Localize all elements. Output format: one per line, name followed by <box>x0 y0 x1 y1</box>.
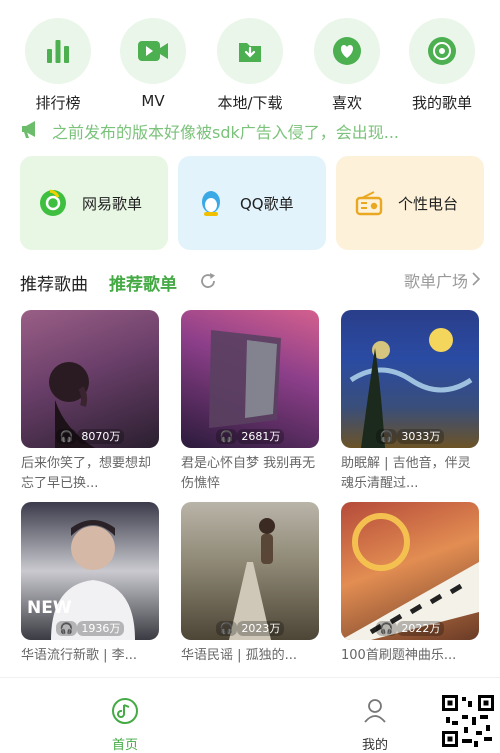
card-label: 个性电台 <box>398 194 459 213</box>
tab-recommend-playlists[interactable]: 推荐歌单 <box>109 270 177 295</box>
playlist-square-link[interactable]: 歌单广场 <box>403 268 481 292</box>
playlist-title: 助眠解 | 吉他音，伴灵魂乐清醒过... <box>341 456 471 491</box>
headphones-icon: 🎧 <box>375 621 398 636</box>
playlist-tile[interactable]: 🎧 3033万 助眠解 | 吉他音，伴灵魂乐清醒过... <box>341 310 479 494</box>
notice-bar[interactable]: 之前发布的版本好像被sdk广告入侵了，会出现... <box>20 118 490 144</box>
quick-item-charts[interactable]: 排行榜 <box>16 18 100 113</box>
playlist-tile[interactable]: 🎧 2022万 100首刷题神曲乐... <box>341 502 479 686</box>
card-netease-playlists[interactable]: 网易歌单 <box>20 156 168 250</box>
playlist-cover: 🎧 2023万 <box>181 502 319 640</box>
video-camera-icon <box>120 18 186 84</box>
headphones-icon: 🎧 <box>215 429 238 444</box>
playlist-cover: 🎧 8070万 <box>21 310 159 448</box>
chart-bars-icon <box>25 18 91 84</box>
play-count: 🎧 1936万 <box>21 620 159 636</box>
card-label: QQ歌单 <box>240 194 294 213</box>
quick-item-mv[interactable]: MV <box>111 18 195 110</box>
play-count: 🎧 8070万 <box>21 428 159 444</box>
user-icon <box>345 696 405 730</box>
quick-item-local-download[interactable]: 本地/下载 <box>208 18 292 113</box>
card-personal-radio[interactable]: 个性电台 <box>336 156 484 250</box>
qq-penguin-icon <box>196 188 226 218</box>
radio-icon <box>354 188 384 218</box>
playlist-title: 后来你笑了，想要想却忘了早已换... <box>21 456 152 491</box>
new-badge: NEW <box>27 598 72 618</box>
playlist-tile[interactable]: 🎧 2681万 君是心怀自梦 我别再无伤憔悴 <box>181 310 319 494</box>
play-count: 🎧 3033万 <box>341 428 479 444</box>
heart-icon <box>314 18 380 84</box>
download-folder-icon <box>217 18 283 84</box>
quick-label: MV <box>141 92 165 110</box>
chevron-right-icon <box>472 271 481 290</box>
recommend-header: 推荐歌曲 推荐歌单 歌单广场 <box>20 268 482 295</box>
nav-mine-label: 我的 <box>361 738 388 753</box>
card-qq-playlists[interactable]: QQ歌单 <box>178 156 326 250</box>
headphones-icon: 🎧 <box>375 429 398 444</box>
bottom-nav: 首页 我的 <box>0 677 500 753</box>
quick-label: 喜欢 <box>331 94 362 112</box>
nav-home-label: 首页 <box>111 738 138 753</box>
nav-mine[interactable]: 我的 <box>345 696 405 753</box>
headphones-icon: 🎧 <box>215 621 238 636</box>
headphones-icon: 🎧 <box>55 621 78 636</box>
playlist-cover: 🎧 2681万 <box>181 310 319 448</box>
music-disc-icon <box>409 18 475 84</box>
refresh-icon[interactable] <box>198 271 218 291</box>
qr-code-icon <box>440 693 496 749</box>
playlist-cover: 🎧 3033万 <box>341 310 479 448</box>
playlist-cover: NEW 🎧 1936万 <box>21 502 159 640</box>
play-count: 🎧 2023万 <box>181 620 319 636</box>
nav-home[interactable]: 首页 <box>95 696 155 753</box>
more-label: 歌单广场 <box>403 272 468 291</box>
playlist-cover: 🎧 2022万 <box>341 502 479 640</box>
quick-item-favorites[interactable]: 喜欢 <box>305 18 389 113</box>
play-count: 🎧 2681万 <box>181 428 319 444</box>
playlist-tile[interactable]: 🎧 2023万 华语民谣 | 孤独的... <box>181 502 319 686</box>
home-music-icon <box>95 696 155 730</box>
quick-label: 本地/下载 <box>217 94 283 112</box>
play-count: 🎧 2022万 <box>341 620 479 636</box>
card-label: 网易歌单 <box>82 194 143 213</box>
tab-recommend-songs[interactable]: 推荐歌曲 <box>20 270 88 295</box>
headphones-icon: 🎧 <box>55 429 78 444</box>
quick-nav: 排行榜 MV 本地/下载 喜欢 我的歌单 <box>0 18 500 114</box>
quick-label: 我的歌单 <box>411 94 472 112</box>
megaphone-icon <box>20 119 42 143</box>
playlist-title: 君是心怀自梦 我别再无伤憔悴 <box>181 456 316 491</box>
notice-text: 之前发布的版本好像被sdk广告入侵了，会出现... <box>52 123 400 142</box>
quick-item-my-playlists[interactable]: 我的歌单 <box>400 18 484 113</box>
playlist-tile[interactable]: NEW 🎧 1936万 华语流行新歌 | 李... <box>21 502 159 686</box>
playlist-tile[interactable]: 🎧 8070万 后来你笑了，想要想却忘了早已换... <box>21 310 159 494</box>
quick-label: 排行榜 <box>35 94 81 112</box>
netease-icon <box>38 188 68 218</box>
